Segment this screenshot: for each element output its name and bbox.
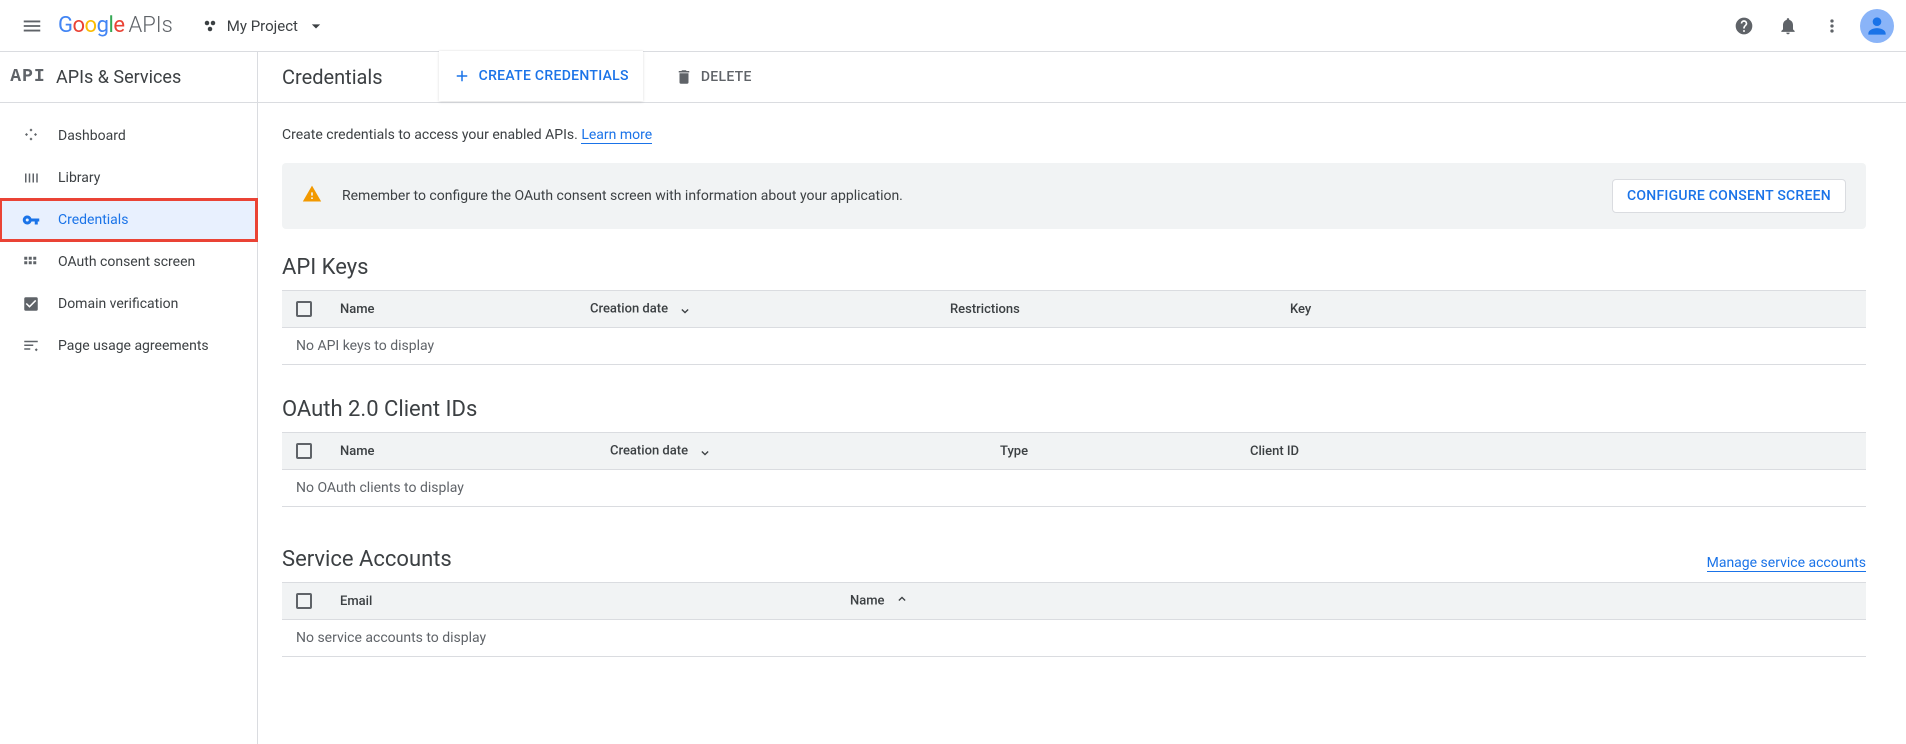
- check-box-icon: [22, 295, 40, 313]
- project-selector[interactable]: My Project: [191, 10, 336, 42]
- warning-icon: [302, 184, 322, 208]
- service-accounts-heading: Service Accounts: [282, 547, 452, 572]
- col-type[interactable]: Type: [986, 433, 1236, 470]
- content: Create credentials to access your enable…: [258, 103, 1906, 744]
- col-key[interactable]: Key: [1276, 291, 1866, 328]
- consent-alert: Remember to configure the OAuth consent …: [282, 163, 1866, 229]
- create-credentials-button[interactable]: CREATE CREDENTIALS: [439, 51, 643, 101]
- oauth-clients-section: OAuth 2.0 Client IDs Name Creation date …: [282, 397, 1866, 507]
- arrow-down-icon: [697, 443, 713, 459]
- col-client-id[interactable]: Client ID: [1236, 433, 1866, 470]
- layout: Dashboard Library Credentials OAuth cons…: [0, 103, 1906, 744]
- top-bar: Google APIs My Project: [0, 0, 1906, 52]
- secondary-header: API APIs & Services Credentials CREATE C…: [0, 52, 1906, 103]
- api-badge-cell: API: [0, 52, 56, 102]
- trash-icon: [675, 68, 693, 86]
- select-all-checkbox[interactable]: [296, 443, 312, 459]
- api-keys-heading: API Keys: [282, 255, 1866, 280]
- empty-state-text: No OAuth clients to display: [282, 470, 1866, 507]
- sidebar-item-label: Dashboard: [58, 128, 126, 144]
- more-vert-icon: [1822, 16, 1842, 36]
- arrow-up-icon: [894, 593, 910, 609]
- select-all-checkbox[interactable]: [296, 301, 312, 317]
- api-keys-section: API Keys Name Creation date Restrictions…: [282, 255, 1866, 365]
- alert-text: Remember to configure the OAuth consent …: [342, 188, 1592, 204]
- col-creation-date[interactable]: Creation date: [576, 291, 936, 328]
- account-avatar[interactable]: [1860, 9, 1894, 43]
- help-button[interactable]: [1724, 6, 1764, 46]
- col-name[interactable]: Name: [326, 291, 576, 328]
- page-title: Credentials: [282, 65, 383, 89]
- sidebar-item-label: Domain verification: [58, 296, 178, 312]
- settings-list-icon: [22, 337, 40, 355]
- col-email[interactable]: Email: [326, 583, 836, 620]
- sidebar-item-label: Page usage agreements: [58, 338, 209, 354]
- sidebar-item-page-usage[interactable]: Page usage agreements: [0, 325, 257, 367]
- table-row: No service accounts to display: [282, 620, 1866, 657]
- create-credentials-label: CREATE CREDENTIALS: [479, 68, 629, 84]
- manage-service-accounts-link[interactable]: Manage service accounts: [1707, 555, 1866, 572]
- table-row: No API keys to display: [282, 328, 1866, 365]
- delete-button[interactable]: DELETE: [661, 53, 766, 101]
- dashboard-icon: [22, 127, 40, 145]
- logo[interactable]: Google APIs: [58, 13, 173, 38]
- menu-icon: [21, 15, 43, 37]
- intro-text-body: Create credentials to access your enable…: [282, 127, 581, 143]
- empty-state-text: No service accounts to display: [282, 620, 1866, 657]
- google-logo: Google: [58, 13, 124, 38]
- page-header: Credentials CREATE CREDENTIALS DELETE: [258, 52, 1906, 102]
- library-icon: [22, 169, 40, 187]
- sidebar-item-label: Credentials: [58, 212, 128, 228]
- plus-icon: [453, 67, 471, 85]
- sidebar: Dashboard Library Credentials OAuth cons…: [0, 103, 258, 744]
- sidebar-item-oauth-consent[interactable]: OAuth consent screen: [0, 241, 257, 283]
- key-icon: [22, 211, 40, 229]
- sidebar-item-credentials[interactable]: Credentials: [0, 199, 257, 241]
- col-restrictions[interactable]: Restrictions: [936, 291, 1276, 328]
- sidebar-item-library[interactable]: Library: [0, 157, 257, 199]
- learn-more-link[interactable]: Learn more: [581, 127, 652, 144]
- service-accounts-table: Email Name No service accounts to displa…: [282, 582, 1866, 657]
- empty-state-text: No API keys to display: [282, 328, 1866, 365]
- bell-icon: [1778, 16, 1798, 36]
- col-name[interactable]: Name: [326, 433, 596, 470]
- table-row: No OAuth clients to display: [282, 470, 1866, 507]
- hamburger-menu-button[interactable]: [12, 6, 52, 46]
- col-creation-date[interactable]: Creation date: [596, 433, 986, 470]
- sidebar-item-dashboard[interactable]: Dashboard: [0, 115, 257, 157]
- sidebar-item-domain-verification[interactable]: Domain verification: [0, 283, 257, 325]
- consent-screen-icon: [22, 253, 40, 271]
- notifications-button[interactable]: [1768, 6, 1808, 46]
- project-name: My Project: [227, 17, 298, 35]
- chevron-down-icon: [306, 16, 326, 36]
- arrow-down-icon: [677, 301, 693, 317]
- sidebar-item-label: Library: [58, 170, 100, 186]
- oauth-clients-heading: OAuth 2.0 Client IDs: [282, 397, 1866, 422]
- api-badge: API: [10, 67, 45, 87]
- apis-label: APIs: [128, 13, 172, 38]
- select-all-checkbox[interactable]: [296, 593, 312, 609]
- help-icon: [1734, 16, 1754, 36]
- project-dots-icon: [201, 17, 219, 35]
- sidebar-item-label: OAuth consent screen: [58, 254, 195, 270]
- service-accounts-section: Service Accounts Manage service accounts…: [282, 539, 1866, 657]
- delete-label: DELETE: [701, 69, 752, 85]
- person-icon: [1864, 13, 1890, 39]
- col-name[interactable]: Name: [836, 583, 1136, 620]
- configure-consent-button[interactable]: CONFIGURE CONSENT SCREEN: [1612, 179, 1846, 213]
- section-title-cell: APIs & Services: [56, 52, 258, 102]
- oauth-clients-table: Name Creation date Type Client ID No OAu…: [282, 432, 1866, 507]
- intro-text: Create credentials to access your enable…: [282, 127, 1866, 143]
- section-title: APIs & Services: [56, 67, 181, 88]
- more-menu-button[interactable]: [1812, 6, 1852, 46]
- api-keys-table: Name Creation date Restrictions Key No A…: [282, 290, 1866, 365]
